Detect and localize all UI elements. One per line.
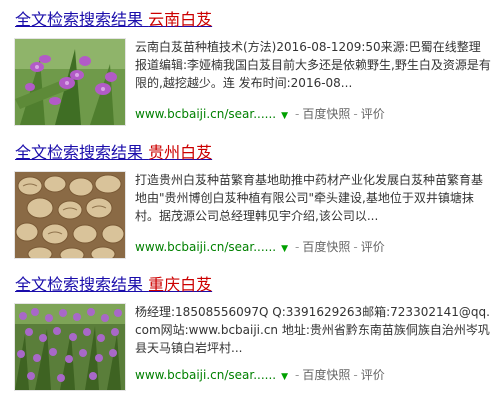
dropdown-arrow-icon[interactable]: ▼ <box>281 111 288 121</box>
cache-link[interactable]: 百度快照 <box>302 107 350 121</box>
result-url-link[interactable]: www.bcbaiji.cn/sear...... <box>135 240 276 254</box>
dried-tubers-thumbnail[interactable] <box>14 171 126 259</box>
result-snippet: 杨经理:18508556097Q Q:3391629263邮箱:72330214… <box>135 305 490 355</box>
result-url-link[interactable]: www.bcbaiji.cn/sear...... <box>135 107 276 121</box>
separator: - <box>353 240 358 254</box>
result-title-link[interactable]: 全文检索搜索结果 贵州白芨 <box>15 143 212 163</box>
result-title-link[interactable]: 全文检索搜索结果 云南白芨 <box>15 10 212 30</box>
result-snippet: 打造贵州白芨种苗繁育基地助推中药材产业化发展白芨种苗繁育基地由"贵州博创白芨种植… <box>135 173 484 223</box>
orchid-field-thumbnail[interactable] <box>14 303 126 391</box>
separator: - <box>295 368 300 382</box>
result-meta: www.bcbaiji.cn/sear...... ▼ - 百度快照 - 评价 <box>135 106 492 124</box>
result-meta: www.bcbaiji.cn/sear...... ▼ - 百度快照 - 评价 <box>135 367 492 385</box>
separator: - <box>353 368 358 382</box>
title-prefix: 全文检索搜索结果 <box>15 275 144 294</box>
dropdown-arrow-icon[interactable]: ▼ <box>281 372 288 382</box>
orchid-field-image <box>15 304 125 390</box>
title-prefix: 全文检索搜索结果 <box>15 10 144 29</box>
orchid-flowers-image <box>15 39 125 125</box>
title-prefix: 全文检索搜索结果 <box>15 143 144 162</box>
separator: - <box>353 107 358 121</box>
title-keyword: 云南白芨 <box>148 10 213 29</box>
result-meta: www.bcbaiji.cn/sear...... ▼ - 百度快照 - 评价 <box>135 239 492 257</box>
dried-tubers-image <box>15 172 125 258</box>
cache-link[interactable]: 百度快照 <box>302 240 350 254</box>
orchid-flowers-thumbnail[interactable] <box>14 38 126 126</box>
review-link[interactable]: 评价 <box>361 240 385 254</box>
result-snippet: 云南白芨苗种植技术(方法)2016-08-1209:50来源:巴蜀在线整理报道编… <box>135 40 491 90</box>
result-url-link[interactable]: www.bcbaiji.cn/sear...... <box>135 368 276 382</box>
result-title-link[interactable]: 全文检索搜索结果 重庆白芨 <box>15 275 212 295</box>
cache-link[interactable]: 百度快照 <box>302 368 350 382</box>
review-link[interactable]: 评价 <box>361 107 385 121</box>
title-keyword: 重庆白芨 <box>148 275 213 294</box>
separator: - <box>295 240 300 254</box>
review-link[interactable]: 评价 <box>361 368 385 382</box>
title-keyword: 贵州白芨 <box>148 143 213 162</box>
separator: - <box>295 107 300 121</box>
dropdown-arrow-icon[interactable]: ▼ <box>281 244 288 254</box>
